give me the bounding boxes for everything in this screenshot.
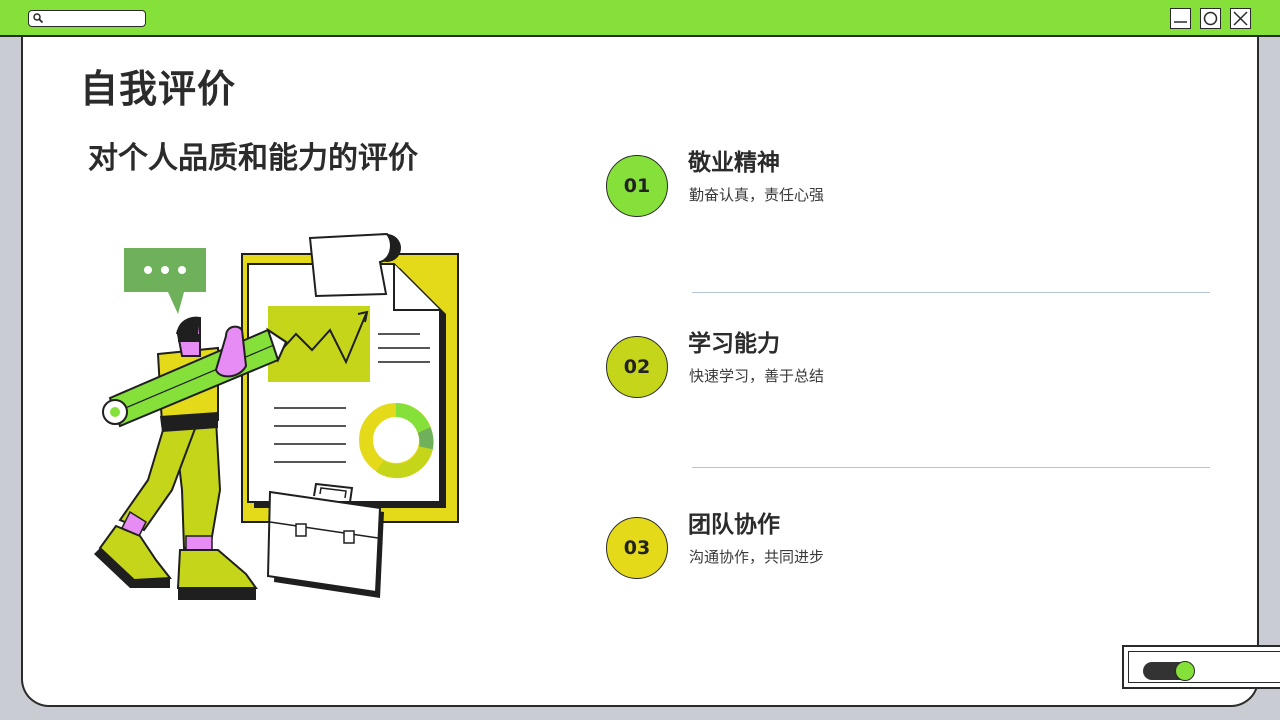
item-description: 沟通协作，共同进步	[689, 548, 825, 566]
list-item: 02 学习能力 快速学习，善于总结	[606, 331, 1226, 406]
maximize-button[interactable]	[1200, 8, 1221, 29]
person-with-pencil-illustration	[94, 232, 459, 600]
toggle-switch[interactable]	[1143, 661, 1195, 681]
search-input[interactable]	[28, 10, 146, 27]
item-description: 快速学习，善于总结	[689, 367, 825, 385]
list-item: 01 敬业精神 勤奋认真，责任心强	[606, 150, 1226, 225]
item-title: 学习能力	[688, 331, 780, 357]
window-titlebar	[0, 0, 1280, 37]
maximize-icon	[1203, 11, 1218, 26]
toggle-knob[interactable]	[1175, 661, 1195, 681]
minimize-button[interactable]	[1170, 8, 1191, 29]
item-description: 勤奋认真，责任心强	[689, 186, 825, 204]
item-number-badge: 03	[606, 517, 668, 579]
divider	[692, 292, 1210, 293]
item-title: 团队协作	[688, 512, 780, 538]
item-number-badge: 02	[606, 336, 668, 398]
page-title: 自我评价	[80, 67, 237, 111]
page-subtitle: 对个人品质和能力的评价	[88, 141, 418, 176]
toggle-frame	[1128, 651, 1280, 683]
toggle-panel	[1122, 645, 1280, 689]
minimize-icon	[1174, 21, 1187, 23]
close-button[interactable]	[1230, 8, 1251, 29]
item-number-badge: 01	[606, 155, 668, 217]
divider	[692, 467, 1210, 468]
list-item: 03 团队协作 沟通协作，共同进步	[606, 512, 1226, 587]
search-icon	[33, 13, 44, 24]
item-title: 敬业精神	[688, 150, 780, 176]
close-icon	[1233, 11, 1248, 26]
